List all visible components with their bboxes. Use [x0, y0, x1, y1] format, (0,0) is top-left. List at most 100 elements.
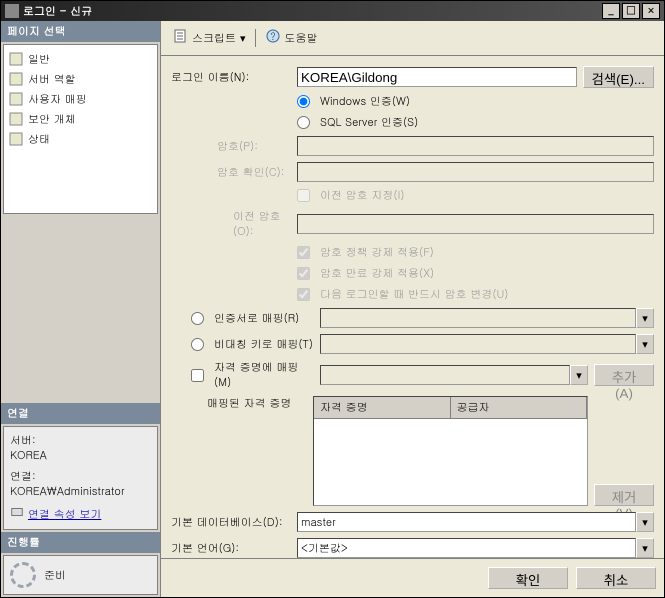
page-icon [8, 111, 24, 127]
chevron-down-icon[interactable]: ▾ [570, 365, 588, 385]
old-password-input [297, 214, 654, 234]
sql-auth-radio[interactable] [297, 116, 310, 129]
connection-label: 연결: [10, 469, 151, 484]
divider [255, 29, 256, 47]
form-area: 로그인 이름(N): 검색(E)... Windows 인증(W) SQL Se… [161, 56, 664, 558]
chevron-down-icon[interactable]: ▾ [636, 308, 654, 328]
page-icon [8, 131, 24, 147]
page-item-general[interactable]: 일반 [6, 49, 155, 69]
confirm-password-input [297, 162, 654, 182]
maximize-button[interactable]: □ [622, 3, 640, 19]
minimize-button[interactable]: _ [602, 3, 620, 19]
page-icon [8, 51, 24, 67]
script-label: 스크립트 [192, 31, 236, 46]
table-header-provider: 공급자 [451, 397, 588, 418]
enforce-policy-label: 암호 정책 강제 적용(F) [320, 245, 434, 260]
connection-header: 연결 [1, 403, 160, 424]
default-lang-combo[interactable]: <기본값>▾ [297, 538, 654, 558]
chevron-down-icon[interactable]: ▾ [636, 512, 654, 532]
spinner-icon [10, 562, 36, 588]
specify-old-password-label: 이전 암호 지정(I) [320, 188, 405, 203]
password-label: 암호(P): [171, 139, 291, 154]
default-db-label: 기본 데이터베이스(D): [171, 515, 291, 530]
bottom-bar: 확인 취소 [161, 558, 664, 597]
progress-status: 준비 [44, 568, 66, 583]
progress-panel: 준비 [3, 555, 158, 595]
toolbar: 스크립트 ▾ ? 도움말 [161, 21, 664, 56]
connection-props-icon [10, 505, 24, 523]
old-password-label: 이전 암호(O): [171, 209, 291, 239]
must-change-checkbox [297, 288, 310, 301]
page-item-user-mapping[interactable]: 사용자 매핑 [6, 89, 155, 109]
login-name-label: 로그인 이름(N): [171, 70, 291, 85]
chevron-down-icon[interactable]: ▾ [636, 334, 654, 354]
page-select-header: 페이지 선택 [1, 21, 160, 42]
help-button[interactable]: ? 도움말 [260, 25, 323, 51]
table-header-cred: 자격 증명 [314, 397, 451, 418]
cert-combo[interactable]: ▾ [320, 308, 654, 328]
close-button[interactable]: × [642, 3, 660, 19]
connection-panel: 서버: KOREA 연결: KOREA\Administrator 연결 속성 … [3, 426, 158, 530]
page-list: 일반 서버 역할 사용자 매핑 보안 개체 상태 [3, 44, 158, 214]
body: 페이지 선택 일반 서버 역할 사용자 매핑 보안 개체 [1, 21, 664, 597]
map-cert-label: 인증서로 매핑(R) [214, 311, 314, 326]
page-icon [8, 71, 24, 87]
mapped-creds-label: 매핑된 자격 증명 [207, 396, 307, 411]
enforce-expire-checkbox [297, 267, 310, 280]
window: 로그인 - 신규 _ □ × 페이지 선택 일반 서버 역할 사용자 매핑 [0, 0, 665, 598]
page-item-label: 일반 [28, 52, 50, 67]
page-item-label: 상태 [28, 132, 50, 147]
add-cred-button: 추가(A) [594, 364, 654, 386]
cancel-button[interactable]: 취소 [576, 567, 656, 589]
windows-auth-label: Windows 인증(W) [320, 94, 410, 109]
page-item-status[interactable]: 상태 [6, 129, 155, 149]
enforce-policy-checkbox [297, 246, 310, 259]
chevron-down-icon[interactable]: ▾ [636, 538, 654, 558]
cred-combo[interactable]: ▾ [320, 365, 588, 385]
specify-old-password-checkbox [297, 189, 310, 202]
confirm-password-label: 암호 확인(C): [171, 165, 291, 180]
default-db-combo[interactable]: master▾ [297, 512, 654, 532]
default-lang-value: <기본값> [297, 538, 636, 558]
password-input [297, 136, 654, 156]
titlebar: 로그인 - 신규 _ □ × [1, 1, 664, 21]
script-icon [172, 28, 188, 48]
app-icon [5, 4, 19, 18]
server-label: 서버: [10, 433, 151, 448]
sql-auth-label: SQL Server 인증(S) [320, 115, 418, 130]
page-item-securables[interactable]: 보안 개체 [6, 109, 155, 129]
page-item-label: 사용자 매핑 [28, 92, 87, 107]
search-button[interactable]: 검색(E)... [583, 66, 654, 88]
page-item-label: 보안 개체 [28, 112, 76, 127]
windows-auth-radio[interactable] [297, 95, 310, 108]
login-name-input[interactable] [297, 67, 577, 87]
page-item-label: 서버 역할 [28, 72, 76, 87]
default-lang-label: 기본 언어(G): [171, 541, 291, 556]
help-label: 도움말 [285, 31, 318, 46]
view-connection-properties-link[interactable]: 연결 속성 보기 [28, 507, 101, 522]
server-value: KOREA [10, 448, 151, 463]
map-cred-checkbox[interactable] [191, 369, 204, 382]
svg-text:?: ? [270, 29, 275, 43]
right-column: 스크립트 ▾ ? 도움말 로그인 이름(N): 검색(E)... [161, 21, 664, 597]
script-button[interactable]: 스크립트 ▾ [167, 25, 251, 51]
progress-header: 진행률 [1, 532, 160, 553]
chevron-down-icon: ▾ [240, 31, 246, 46]
remove-cred-button: 제거(V) [594, 484, 654, 506]
page-item-server-roles[interactable]: 서버 역할 [6, 69, 155, 89]
left-column: 페이지 선택 일반 서버 역할 사용자 매핑 보안 개체 [1, 21, 161, 597]
ok-button[interactable]: 확인 [488, 567, 568, 589]
connection-value: KOREA\Administrator [10, 484, 151, 499]
window-title: 로그인 - 신규 [23, 4, 600, 19]
default-db-value: master [297, 512, 636, 532]
map-cert-radio[interactable] [191, 312, 204, 325]
mapped-creds-table: 자격 증명 공급자 [313, 396, 588, 506]
map-asym-radio[interactable] [191, 338, 204, 351]
help-icon: ? [265, 28, 281, 48]
page-icon [8, 91, 24, 107]
map-cred-label: 자격 증명에 매핑(M) [214, 360, 314, 390]
map-asym-label: 비대칭 키로 매핑(T) [214, 337, 314, 352]
asym-combo[interactable]: ▾ [320, 334, 654, 354]
must-change-label: 다음 로그인할 때 반드시 암호 변경(U) [320, 287, 508, 302]
enforce-expire-label: 암호 만료 강제 적용(X) [320, 266, 434, 281]
